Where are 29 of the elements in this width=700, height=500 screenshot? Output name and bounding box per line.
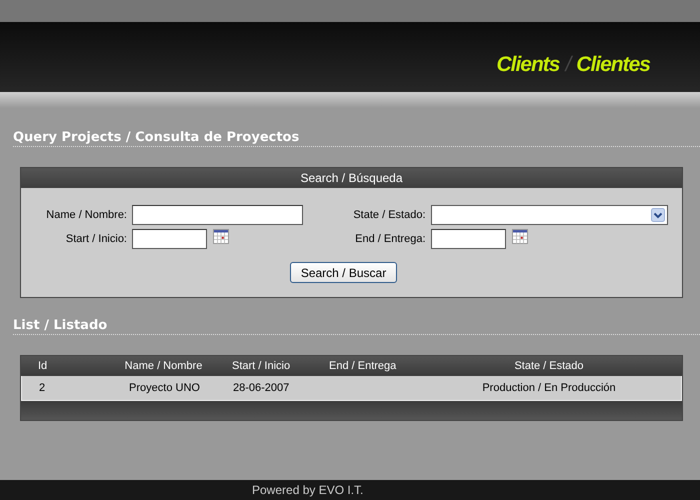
dropdown-field[interactable]	[430, 205, 668, 225]
brand-title: Clientes	[576, 53, 650, 77]
field-label: End / Entrega:	[354, 233, 426, 245]
chevron-down-icon	[650, 208, 664, 222]
table-cell-text: Production / En Producción	[481, 382, 617, 394]
footer-text: Powered by EVO I.T.	[252, 483, 364, 497]
panel-title: Search / Búsqueda	[21, 168, 682, 188]
column-header: Start / Inicio	[231, 360, 292, 372]
calendar-icon[interactable]	[213, 229, 229, 244]
date-field[interactable]	[430, 229, 506, 249]
column-header: State / Estado	[513, 360, 585, 372]
search-button[interactable]: Search / Buscar	[290, 262, 398, 283]
field-label: Start / Inicio:	[64, 233, 127, 245]
section-heading: Query Projects / Consulta de Proyectos	[13, 130, 700, 147]
column-header: Name / Nombre	[124, 360, 204, 372]
table-cell-text: 28-06-2007	[232, 382, 290, 394]
input-field[interactable]	[132, 205, 303, 225]
column-header: Id	[37, 360, 48, 372]
date-field[interactable]	[132, 229, 207, 249]
column-header: End / Entrega	[328, 360, 398, 372]
brand-separator: /	[565, 53, 570, 77]
brand-title: Clients	[496, 53, 560, 77]
calendar-icon[interactable]	[512, 229, 528, 244]
table-cell-text: Proyecto UNO	[128, 382, 201, 394]
field-label: Name / Nombre:	[45, 209, 127, 221]
table-cell-text: 2	[38, 382, 46, 394]
field-label: State / Estado:	[352, 209, 426, 221]
section-heading: List / Listado	[13, 318, 700, 335]
table-row[interactable]: 2 Proyecto UNO 28-06-2007 Production / En Producción	[21, 376, 682, 401]
